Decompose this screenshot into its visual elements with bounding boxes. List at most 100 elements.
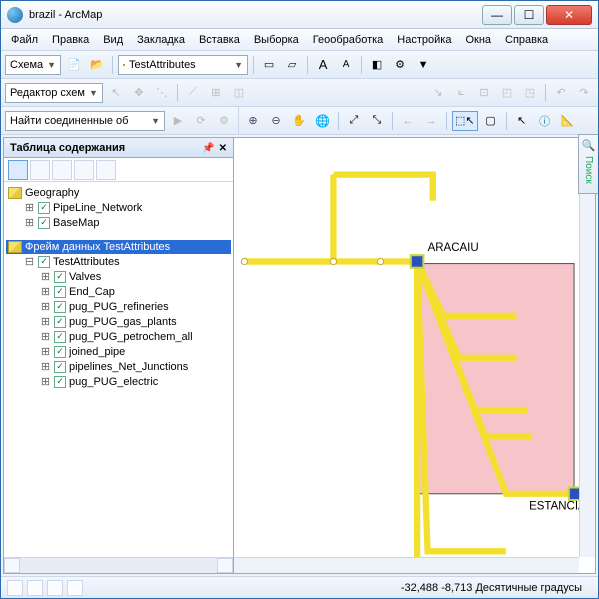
layer-dropdown-button[interactable]: ▼ (413, 55, 433, 75)
edit-move-button[interactable]: ✥ (129, 83, 149, 103)
layer-checkbox[interactable]: ✓ (38, 202, 50, 214)
data-view-button[interactable] (7, 580, 23, 596)
find-refresh-button[interactable]: ⟳ (191, 111, 211, 131)
layer-checkbox[interactable]: ✓ (54, 376, 66, 388)
toc-layer-pipeline-network[interactable]: ⊞ ✓ PipeLine_Network (6, 200, 231, 215)
layer-checkbox[interactable]: ✓ (38, 256, 50, 268)
layer-checkbox[interactable]: ✓ (38, 217, 50, 229)
clear-selection-button[interactable]: ▢ (481, 111, 501, 131)
identify-button[interactable] (535, 111, 555, 131)
node-tool-1[interactable]: ↘ (428, 83, 448, 103)
close-button[interactable]: ✕ (546, 5, 592, 25)
scroll-left-button[interactable] (4, 558, 20, 573)
select-rect-button[interactable]: ▭ (259, 55, 279, 75)
toc-layer-petrochem[interactable]: ⊞✓pug_PUG_petrochem_all (6, 329, 231, 344)
menu-edit[interactable]: Правка (46, 32, 95, 48)
toc-list-by-source-button[interactable] (30, 160, 50, 180)
pointer-button[interactable] (512, 111, 532, 131)
edit-tool-2[interactable]: ⊞ (206, 83, 226, 103)
edit-vertex-button[interactable]: ⋱ (152, 83, 172, 103)
new-doc-button[interactable]: 📄 (64, 55, 84, 75)
menu-file[interactable]: Файл (5, 32, 44, 48)
toc-layer-gasplants[interactable]: ⊞✓pug_PUG_gas_plants (6, 314, 231, 329)
zoom-out-button[interactable] (266, 111, 286, 131)
expand-icon[interactable]: ⊞ (40, 300, 51, 313)
layer-combo[interactable]: TestAttributes ▼ (118, 55, 248, 75)
refresh-view-button[interactable] (47, 580, 63, 596)
zoom-extent-out-button[interactable] (344, 111, 364, 131)
layer-checkbox[interactable]: ✓ (54, 346, 66, 358)
full-extent-button[interactable] (312, 111, 333, 131)
toc-layer-joinedpipe[interactable]: ⊞✓joined_pipe (6, 344, 231, 359)
menu-customize[interactable]: Настройка (391, 32, 457, 48)
node-tool-5[interactable]: ◳ (520, 83, 540, 103)
layer-checkbox[interactable]: ✓ (54, 361, 66, 373)
rotate-left-button[interactable]: ↶ (551, 83, 571, 103)
find-connected-dropdown[interactable]: Найти соединенные об ▼ (5, 111, 165, 131)
open-button[interactable]: 📂 (87, 55, 107, 75)
toc-layer-valves[interactable]: ⊞✓Valves (6, 269, 231, 284)
scroll-right-button[interactable] (217, 558, 233, 573)
toc-layer-endcap[interactable]: ⊞✓End_Cap (6, 284, 231, 299)
map-view[interactable]: ARACAIU ESTANCIA (234, 138, 595, 573)
expand-icon[interactable]: ⊞ (24, 201, 35, 214)
expand-icon[interactable]: ⊞ (40, 345, 51, 358)
map-vertical-scrollbar[interactable] (579, 138, 595, 557)
layer-props-button[interactable]: ◧ (367, 55, 387, 75)
expand-icon[interactable]: ⊞ (40, 270, 51, 283)
edit-pointer-button[interactable]: ↖ (106, 83, 126, 103)
back-button[interactable] (398, 111, 418, 131)
layer-checkbox[interactable]: ✓ (54, 286, 66, 298)
node-tool-2[interactable]: ⟀ (451, 83, 471, 103)
rotate-right-button[interactable]: ↷ (574, 83, 594, 103)
schema-editor-dropdown[interactable]: Редактор схем ▼ (5, 83, 103, 103)
menu-windows[interactable]: Окна (459, 32, 497, 48)
find-run-button[interactable]: ▶ (168, 111, 188, 131)
expand-icon[interactable]: ⊞ (40, 360, 51, 373)
toc-layer-basemap[interactable]: ⊞ ✓ BaseMap (6, 215, 231, 230)
expand-icon[interactable]: ⊞ (24, 216, 35, 229)
layer-checkbox[interactable]: ✓ (54, 271, 66, 283)
toc-group-geography[interactable]: Geography (6, 186, 231, 200)
edit-tool-1[interactable]: ⟋ (183, 83, 203, 103)
menu-help[interactable]: Справка (499, 32, 554, 48)
collapse-icon[interactable]: ⊟ (24, 255, 35, 268)
layer-checkbox[interactable]: ✓ (54, 331, 66, 343)
text-small-button[interactable]: A (336, 55, 356, 75)
measure-button[interactable]: 📐 (558, 111, 578, 131)
expand-icon[interactable]: ⊞ (40, 375, 51, 388)
layer-checkbox[interactable]: ✓ (54, 316, 66, 328)
forward-button[interactable] (421, 111, 441, 131)
layer-checkbox[interactable]: ✓ (54, 301, 66, 313)
select-poly-button[interactable]: ▱ (282, 55, 302, 75)
map-horizontal-scrollbar[interactable] (234, 557, 579, 573)
maximize-button[interactable]: ☐ (514, 5, 544, 25)
layer-settings-button[interactable]: ⚙ (390, 55, 410, 75)
menu-bookmark[interactable]: Закладка (131, 32, 191, 48)
schema-dropdown[interactable]: Схема ▼ (5, 55, 61, 75)
expand-icon[interactable]: ⊞ (40, 315, 51, 328)
scroll-track[interactable] (20, 558, 217, 573)
search-side-tab[interactable]: 🔍 Поиск (578, 134, 598, 194)
close-panel-icon[interactable] (219, 142, 227, 154)
minimize-button[interactable]: — (482, 5, 512, 25)
toc-options-button[interactable] (96, 160, 116, 180)
zoom-extent-in-button[interactable] (367, 111, 387, 131)
toc-layer-electric[interactable]: ⊞✓pug_PUG_electric (6, 374, 231, 389)
toc-layer-refineries[interactable]: ⊞✓pug_PUG_refineries (6, 299, 231, 314)
expand-icon[interactable]: ⊞ (40, 330, 51, 343)
toc-list-by-drawing-button[interactable] (8, 160, 28, 180)
menu-insert[interactable]: Вставка (193, 32, 246, 48)
toc-layer-netjunctions[interactable]: ⊞✓pipelines_Net_Junctions (6, 359, 231, 374)
pause-drawing-button[interactable] (67, 580, 83, 596)
node-tool-4[interactable]: ◰ (497, 83, 517, 103)
menu-selection[interactable]: Выборка (248, 32, 305, 48)
select-tool-button[interactable]: ⬚↖ (452, 111, 478, 131)
text-large-button[interactable]: A (313, 55, 333, 75)
menu-geoprocessing[interactable]: Геообработка (307, 32, 390, 48)
layout-view-button[interactable] (27, 580, 43, 596)
expand-icon[interactable]: ⊞ (40, 285, 51, 298)
node-tool-3[interactable]: ⊡ (474, 83, 494, 103)
toc-list-by-selection-button[interactable] (74, 160, 94, 180)
zoom-in-button[interactable] (243, 111, 263, 131)
